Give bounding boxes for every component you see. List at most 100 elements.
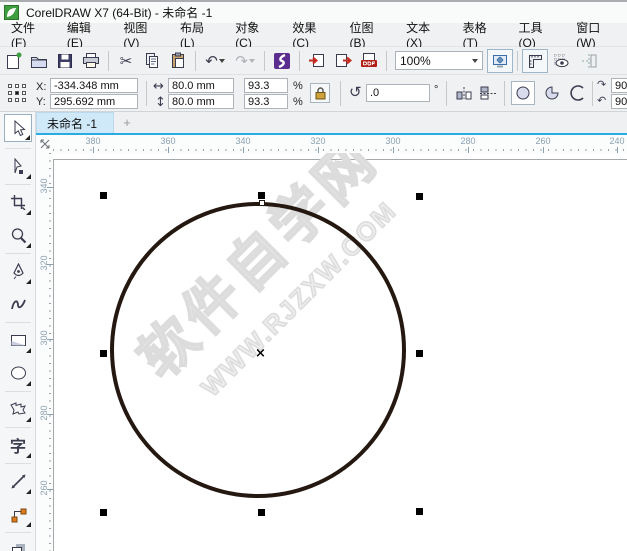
selection-handle-top-center[interactable]: [258, 192, 265, 199]
copy-icon: [144, 52, 160, 69]
object-height-field[interactable]: 80.0 mm: [168, 94, 234, 109]
selection-handle-top-right[interactable]: [416, 193, 423, 200]
copy-button[interactable]: [139, 49, 165, 73]
show-rulers-button[interactable]: [522, 49, 548, 73]
publish-pdf-button[interactable]: [356, 49, 382, 73]
flyout-arrow-icon: [26, 174, 31, 179]
object-height-value: 80.0 mm: [172, 96, 215, 108]
redo-dropdown-caret-icon[interactable]: [249, 59, 255, 63]
toolbar-separator: [264, 51, 265, 71]
toolbar-separator: [517, 51, 518, 71]
arc-start-icon: ↷: [597, 79, 606, 90]
flyout-arrow-icon: [26, 453, 31, 458]
selection-handle-bottom-right[interactable]: [416, 508, 423, 515]
export-icon: [334, 52, 352, 69]
redo-button[interactable]: ↷: [230, 49, 260, 73]
save-button[interactable]: [52, 49, 78, 73]
dimension-tool-button[interactable]: [4, 467, 32, 495]
zoom-level-value: 100%: [400, 54, 431, 68]
vertical-ruler[interactable]: 340 320 300 280 260: [36, 153, 53, 551]
rotation-angle-field[interactable]: .0: [366, 84, 430, 102]
app-launcher-button[interactable]: [269, 49, 295, 73]
arc-mode-button[interactable]: [567, 83, 588, 103]
selection-handle-top-left[interactable]: [100, 192, 107, 199]
polygon-tool-button[interactable]: [4, 395, 32, 423]
horizontal-ruler[interactable]: 380 360 340 320 300 280 260 240: [53, 135, 627, 153]
import-button[interactable]: [304, 49, 330, 73]
export-button[interactable]: [330, 49, 356, 73]
fit-page-button[interactable]: [487, 49, 513, 73]
propbar-separator: [592, 81, 593, 106]
hruler-minor-ticks: [53, 149, 627, 151]
print-button[interactable]: [78, 49, 104, 73]
selection-center-marker[interactable]: ×: [255, 346, 266, 361]
scale-h-field[interactable]: 93.3: [244, 78, 288, 93]
ellipse-mode-button[interactable]: [511, 81, 535, 105]
selection-handle-bottom-left[interactable]: [100, 509, 107, 516]
undo-button[interactable]: ↶: [200, 49, 230, 73]
plus-icon: +: [123, 115, 131, 130]
flyout-arrow-icon: [26, 243, 31, 248]
ellipse-mode-icon: [515, 85, 531, 101]
drawing-canvas[interactable]: 软件自学网 WWW.RJZXW.COM ×: [53, 153, 627, 551]
cut-button[interactable]: ✂: [113, 49, 139, 73]
ruler-origin-crosshair-icon: [39, 138, 51, 150]
object-width-value: 80.0 mm: [172, 80, 215, 92]
vruler-number: 280: [39, 393, 49, 433]
polygon-tool-icon: [9, 401, 27, 417]
freehand-tool-button[interactable]: [4, 257, 32, 285]
new-document-tab-button[interactable]: +: [114, 112, 140, 133]
undo-dropdown-caret-icon[interactable]: [219, 59, 225, 63]
artistic-media-tool-button[interactable]: [4, 290, 32, 318]
mirror-horizontal-button[interactable]: [453, 83, 474, 103]
document-tab-active[interactable]: 未命名 -1: [36, 112, 114, 133]
x-position-value: -334.348 mm: [54, 80, 119, 92]
object-width-field[interactable]: 80.0 mm: [168, 78, 234, 93]
open-button[interactable]: [26, 49, 52, 73]
lock-ratio-button[interactable]: [310, 83, 330, 103]
pick-tool-icon: [11, 120, 26, 137]
rectangle-tool-button[interactable]: [4, 326, 32, 354]
scale-v-field[interactable]: 93.3: [244, 94, 288, 109]
shape-tool-icon: [10, 158, 26, 175]
ruler-origin-button[interactable]: [36, 135, 53, 153]
guidelines-icon: [581, 53, 597, 69]
selection-handle-middle-left[interactable]: [100, 350, 107, 357]
shape-tool-button[interactable]: [4, 152, 32, 180]
y-position-field[interactable]: 295.692 mm: [50, 94, 138, 109]
print-icon: [82, 52, 100, 69]
selection-handle-bottom-center[interactable]: [258, 509, 265, 516]
show-guidelines-button[interactable]: [576, 49, 602, 73]
toolbox-separator: [5, 463, 31, 464]
connector-tool-button[interactable]: [4, 500, 32, 528]
toolbar-separator: [299, 51, 300, 71]
hruler-number: 300: [373, 136, 413, 146]
toolbar-separator: [108, 51, 109, 71]
vruler-number: 260: [39, 468, 49, 508]
ellipse-tool-button[interactable]: [4, 359, 32, 387]
zoom-tool-button[interactable]: [4, 221, 32, 249]
x-position-field[interactable]: -334.348 mm: [50, 78, 138, 93]
pick-tool-button[interactable]: [4, 114, 32, 142]
zoom-level-select[interactable]: 100%: [395, 51, 483, 70]
propbar-separator: [504, 81, 505, 106]
paste-button[interactable]: [165, 49, 191, 73]
new-document-button[interactable]: [0, 49, 26, 73]
connector-tool-icon: [10, 506, 27, 523]
crop-tool-button[interactable]: [4, 188, 32, 216]
zoom-dropdown-caret-icon: [472, 59, 478, 63]
show-grid-button[interactable]: [548, 49, 574, 73]
mirror-vertical-button[interactable]: [477, 83, 498, 103]
flyout-arrow-icon: [26, 279, 31, 284]
arc-end-angle-field[interactable]: 90: [611, 94, 627, 109]
pdf-icon: [360, 52, 378, 69]
selection-handle-middle-right[interactable]: [416, 350, 423, 357]
ellipse-tool-icon: [10, 365, 27, 381]
text-tool-button[interactable]: 字: [4, 431, 32, 459]
grid-eye-icon: [552, 53, 570, 69]
ellipse-top-node[interactable]: [259, 200, 265, 206]
pie-mode-button[interactable]: [541, 83, 562, 103]
arc-start-angle-field[interactable]: 90: [611, 78, 627, 93]
drop-shadow-tool-button[interactable]: [4, 536, 32, 551]
toolbox: 字: [0, 112, 36, 551]
